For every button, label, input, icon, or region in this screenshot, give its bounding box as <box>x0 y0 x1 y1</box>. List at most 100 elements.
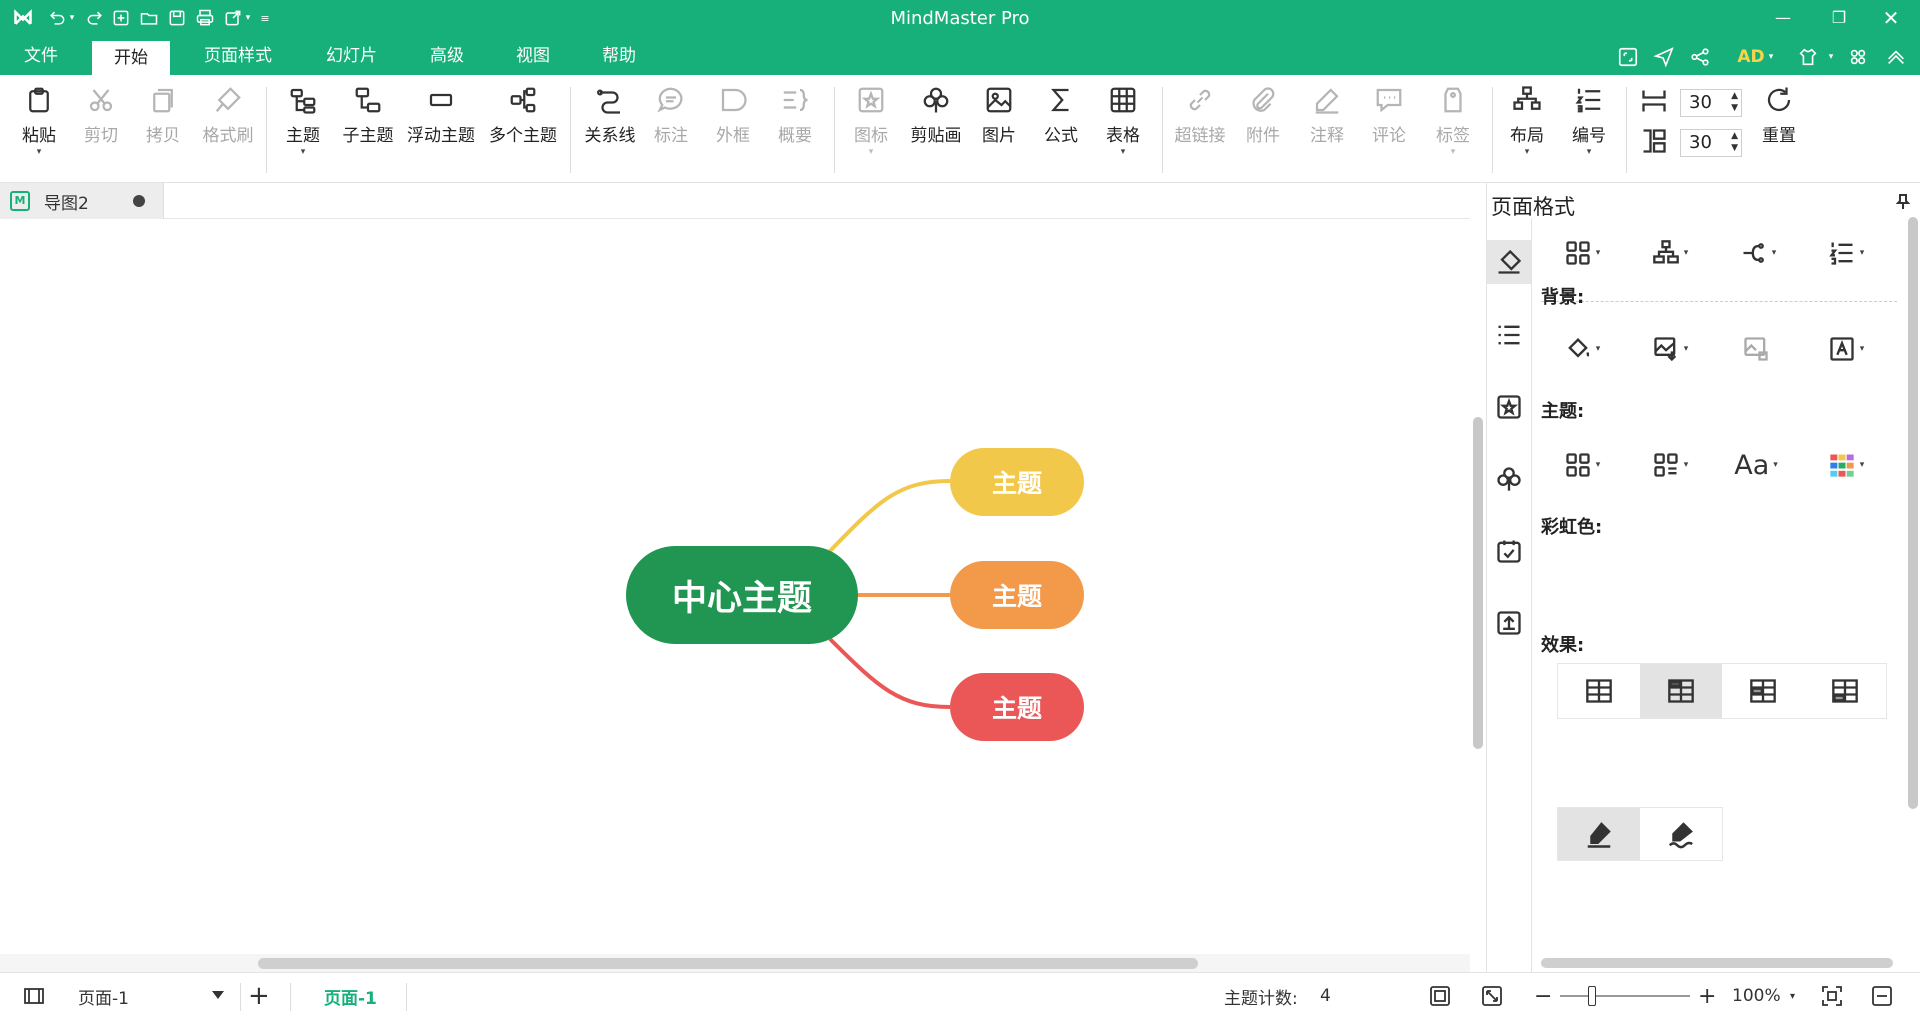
skin-icon[interactable] <box>1794 45 1822 69</box>
reset-button[interactable]: 重置 <box>1754 83 1804 173</box>
share-icon[interactable] <box>1686 45 1714 69</box>
cut-button[interactable]: 剪切 <box>76 83 126 173</box>
rainbow-option-2[interactable] <box>1640 664 1722 718</box>
horizontal-spacing-icon <box>1640 87 1670 115</box>
send-icon[interactable] <box>1650 45 1678 69</box>
branch-topic-1[interactable]: 主题 <box>950 448 1084 516</box>
tab-home[interactable]: 开始 <box>92 41 170 75</box>
numbering-button[interactable]: 编号 ▾ <box>1564 83 1614 173</box>
tab-advanced[interactable]: 高级 <box>408 37 486 75</box>
branch-topic-2[interactable]: 主题 <box>950 561 1084 629</box>
document-tab[interactable]: M 导图2 <box>0 183 164 219</box>
hyperlink-button[interactable]: 超链接 <box>1170 83 1230 173</box>
note-button[interactable]: 注释 <box>1302 83 1352 173</box>
zoom-dropdown-icon[interactable]: ▾ <box>1790 973 1795 1019</box>
export-tab[interactable] <box>1487 601 1531 645</box>
copy-button[interactable]: 拷贝 <box>138 83 188 173</box>
tab-help[interactable]: 帮助 <box>580 37 658 75</box>
summary-button[interactable]: 概要 <box>770 83 820 173</box>
remove-background-button[interactable] <box>1721 329 1791 369</box>
attachment-button[interactable]: 附件 <box>1238 83 1288 173</box>
tag-button[interactable]: 标签 ▾ <box>1428 83 1478 173</box>
effect-normal-option[interactable] <box>1558 808 1640 860</box>
close-icon[interactable]: ✕ <box>1876 4 1906 32</box>
page-selector[interactable]: 页面-1 <box>72 981 230 1011</box>
paste-button[interactable]: 粘贴 ▾ <box>14 83 64 173</box>
fit-window-icon[interactable] <box>1820 973 1844 1019</box>
floating-topic-button[interactable]: 浮动主题 <box>404 83 478 173</box>
effect-handdrawn-option[interactable] <box>1640 808 1722 860</box>
user-dropdown-icon[interactable]: ▾ <box>1766 45 1776 69</box>
icon-library-tab[interactable] <box>1487 385 1531 429</box>
panel-horizontal-scrollbar[interactable] <box>1541 956 1907 970</box>
zoom-out-icon[interactable]: − <box>1534 973 1552 1019</box>
topic-button[interactable]: 主题 ▾ <box>278 83 328 173</box>
rainbow-option-1[interactable] <box>1558 664 1640 718</box>
canvas-vertical-scrollbar[interactable] <box>1470 219 1486 954</box>
multiple-topics-icon <box>506 83 540 117</box>
table-button[interactable]: 表格 ▾ <box>1098 83 1148 173</box>
skin-dropdown-icon[interactable]: ▾ <box>1826 45 1836 69</box>
clipart-button[interactable]: 剪贴画 <box>904 83 968 173</box>
theme-font-button[interactable]: Aa ▾ <box>1721 445 1791 485</box>
central-topic[interactable]: 中心主题 <box>626 546 858 644</box>
zoom-level[interactable]: 100% <box>1732 973 1781 1019</box>
zoom-slider-handle[interactable] <box>1588 986 1596 1006</box>
table-grid-icon <box>1832 679 1858 703</box>
icon-button[interactable]: 图标 ▾ <box>846 83 896 173</box>
user-avatar[interactable]: AD <box>1734 45 1768 69</box>
watermark-button[interactable]: ▾ <box>1811 329 1881 369</box>
connector-style-button[interactable]: ▾ <box>1723 233 1793 273</box>
page-panel-toggle-icon[interactable] <box>22 973 46 1019</box>
fullscreen-view-icon[interactable] <box>1480 973 1504 1019</box>
canvas-horizontal-scrollbar[interactable] <box>0 954 1470 972</box>
apps-icon[interactable] <box>1844 45 1872 69</box>
formula-button[interactable]: 公式 <box>1036 83 1086 173</box>
callout-button[interactable]: 标注 <box>646 83 696 173</box>
mindmap-canvas[interactable]: 中心主题 主题 主题 主题 <box>0 219 1470 954</box>
tab-view[interactable]: 视图 <box>494 37 572 75</box>
relationship-button[interactable]: 关系线 <box>580 83 640 173</box>
rainbow-option-4[interactable] <box>1804 664 1886 718</box>
page-tab-active[interactable]: 页面-1 <box>324 973 377 1019</box>
add-page-icon[interactable]: + <box>248 973 270 1019</box>
format-painter-button[interactable]: 格式刷 <box>198 83 258 173</box>
collapse-ribbon-icon[interactable] <box>1882 45 1910 69</box>
numbering-style-button[interactable]: ▾ <box>1811 233 1881 273</box>
page-format-tab[interactable] <box>1487 240 1531 284</box>
table-grid-icon <box>1750 679 1776 703</box>
subtopic-button[interactable]: 子主题 <box>338 83 398 173</box>
branch-topic-3[interactable]: 主题 <box>950 673 1084 741</box>
color-scheme-button[interactable]: ▾ <box>1811 445 1881 485</box>
zoom-in-icon[interactable]: + <box>1698 973 1716 1019</box>
vertical-spacing-input[interactable]: 30 ▲ ▼ <box>1680 129 1742 157</box>
horizontal-spacing-input[interactable]: 30 ▲ ▼ <box>1680 89 1742 117</box>
outline-tab[interactable] <box>1487 313 1531 357</box>
unsaved-indicator[interactable] <box>133 195 145 207</box>
layout-button[interactable]: 布局 ▾ <box>1502 83 1552 173</box>
theme-button[interactable]: ▾ <box>1547 445 1617 485</box>
fit-page-icon[interactable] <box>1428 973 1452 1019</box>
tab-page-style[interactable]: 页面样式 <box>182 37 294 75</box>
theme-color-button[interactable]: ▾ <box>1635 445 1705 485</box>
panel-vertical-scrollbar[interactable] <box>1906 217 1920 972</box>
tab-slides[interactable]: 幻灯片 <box>304 37 399 75</box>
background-image-button[interactable]: ▾ <box>1635 329 1705 369</box>
layout-style-button[interactable]: ▾ <box>1635 233 1705 273</box>
minimize-panel-icon[interactable] <box>1870 973 1894 1019</box>
minimize-icon[interactable]: — <box>1768 4 1798 32</box>
multiple-topics-button[interactable]: 多个主题 <box>486 83 560 173</box>
comment-button[interactable]: 评论 <box>1364 83 1414 173</box>
clipart-tab[interactable] <box>1487 457 1531 501</box>
rainbow-option-3[interactable] <box>1722 664 1804 718</box>
fullscreen-icon[interactable] <box>1614 45 1642 69</box>
task-tab[interactable] <box>1487 529 1531 573</box>
tab-file[interactable]: 文件 <box>2 37 80 75</box>
boundary-button[interactable]: 外框 <box>708 83 758 173</box>
pin-icon[interactable] <box>1895 193 1911 209</box>
restore-icon[interactable]: ❐ <box>1824 4 1854 32</box>
background-color-button[interactable]: ▾ <box>1547 329 1617 369</box>
picture-button[interactable]: 图片 <box>974 83 1024 173</box>
structure-button[interactable]: ▾ <box>1547 233 1617 273</box>
zoom-slider-track[interactable] <box>1560 995 1690 997</box>
